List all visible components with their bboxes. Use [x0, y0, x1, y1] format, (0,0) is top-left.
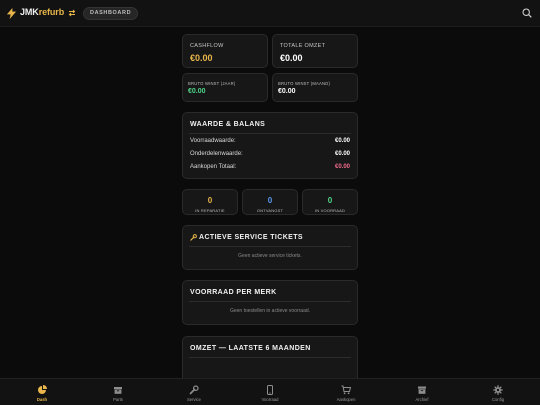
counter-intake-card[interactable]: 0 ONTVANGST: [242, 189, 298, 215]
gross-profit-month-card: BRUTO WINST (MAAND) €0.00: [272, 73, 358, 102]
counter-intake-value: 0: [267, 196, 273, 205]
balance-divider: [189, 133, 351, 134]
nav-label-config: Config: [491, 397, 505, 402]
service-tickets-title: ACTIEVE SERVICE TICKETS: [199, 234, 303, 241]
phone-icon: [267, 385, 273, 395]
nav-label-archief: Archief: [415, 397, 429, 402]
cashflow-value: €0.00: [190, 53, 213, 63]
balance-card: WAARDE & BALANS Voorraadwaarde: €0.00 On…: [182, 112, 358, 179]
service-tickets-empty: Geen actieve service tickets.: [238, 253, 302, 259]
gear-icon: [493, 385, 503, 395]
total-revenue-label: TOTALE OMZET: [280, 43, 326, 49]
gross-profit-month-label: BRUTO WINST (MAAND): [278, 81, 331, 86]
counter-repair-label: IN REPARATIE: [195, 208, 225, 213]
archive-icon: [418, 386, 426, 394]
nav-label-voorraad: Voorraad: [261, 397, 279, 402]
nav-item-config[interactable]: Config: [468, 379, 528, 405]
brand-logo[interactable]: JMKrefurb: [20, 7, 64, 17]
total-revenue-card: TOTALE OMZET €0.00: [272, 34, 358, 68]
bottom-nav: Dash Parts Service Voorraad Aankopen Arc…: [0, 378, 540, 405]
counter-repair-card[interactable]: 0 IN REPARATIE: [182, 189, 238, 215]
box-icon: [114, 387, 122, 394]
stock-value-amount: €0.00: [334, 138, 350, 144]
logo-bolt-icon: [6, 8, 17, 19]
revenue-divider: [189, 357, 351, 358]
top-bar: JMKrefurb DASHBOARD: [0, 0, 540, 27]
wrench-icon: [190, 234, 197, 241]
counter-intake-label: ONTVANGST: [256, 208, 284, 213]
dashboard-pill[interactable]: DASHBOARD: [83, 7, 139, 20]
nav-item-dash[interactable]: Dash: [12, 379, 72, 405]
nav-item-archief[interactable]: Archief: [392, 379, 452, 405]
nav-item-voorraad[interactable]: Voorraad: [240, 379, 300, 405]
service-tickets-card: ACTIEVE SERVICE TICKETS Geen actieve ser…: [182, 225, 358, 270]
nav-label-service: Service: [187, 397, 201, 402]
wrench-icon: [189, 385, 199, 395]
balance-title: WAARDE & BALANS: [190, 121, 266, 128]
stock-value-label: Voorraadwaarde:: [190, 138, 236, 144]
counter-stock-value: 0: [327, 196, 333, 205]
counter-stock-card[interactable]: 0 IN VOORRAAD: [302, 189, 358, 215]
revenue-title: OMZET — LAATSTE 6 MAANDEN: [190, 345, 311, 352]
purchases-total-amount: €0.00: [334, 164, 350, 170]
gross-profit-year-value: €0.00: [188, 88, 206, 95]
brand-name-part2: refurb: [38, 7, 65, 17]
nav-item-service[interactable]: Service: [164, 379, 224, 405]
search-icon[interactable]: [522, 8, 532, 18]
nav-label-aankopen: Aankopen: [336, 397, 356, 402]
pie-chart-icon: [38, 385, 47, 394]
nav-item-parts[interactable]: Parts: [88, 379, 148, 405]
swap-icon[interactable]: [68, 9, 76, 17]
brand-name-part1: JMK: [20, 7, 39, 17]
gross-profit-year-label: BRUTO WINST (JAAR): [188, 81, 236, 86]
service-tickets-divider: [189, 246, 351, 247]
counter-stock-label: IN VOORRAAD: [314, 208, 346, 213]
gross-profit-month-value: €0.00: [278, 88, 296, 95]
counter-repair-value: 0: [207, 196, 213, 205]
nav-label-dash: Dash: [36, 397, 48, 402]
total-revenue-value: €0.00: [280, 53, 303, 63]
purchases-total-label: Aankopen Totaal:: [190, 164, 237, 170]
cashflow-card: CASHFLOW €0.00: [182, 34, 268, 68]
parts-value-label: Onderdelenwaarde:: [190, 151, 243, 157]
stock-per-brand-card: VOORRAAD PER MERK Geen toestellen in act…: [182, 280, 358, 325]
nav-label-parts: Parts: [113, 397, 123, 402]
parts-value-amount: €0.00: [334, 151, 350, 157]
cashflow-label: CASHFLOW: [190, 43, 224, 49]
stock-per-brand-title: VOORRAAD PER MERK: [190, 289, 277, 296]
stock-per-brand-empty: Geen toestellen in actieve voorraad.: [229, 308, 311, 314]
stock-per-brand-divider: [189, 301, 351, 302]
gross-profit-year-card: BRUTO WINST (JAAR) €0.00: [182, 73, 268, 102]
cart-icon: [341, 385, 351, 395]
nav-item-aankopen[interactable]: Aankopen: [316, 379, 376, 405]
